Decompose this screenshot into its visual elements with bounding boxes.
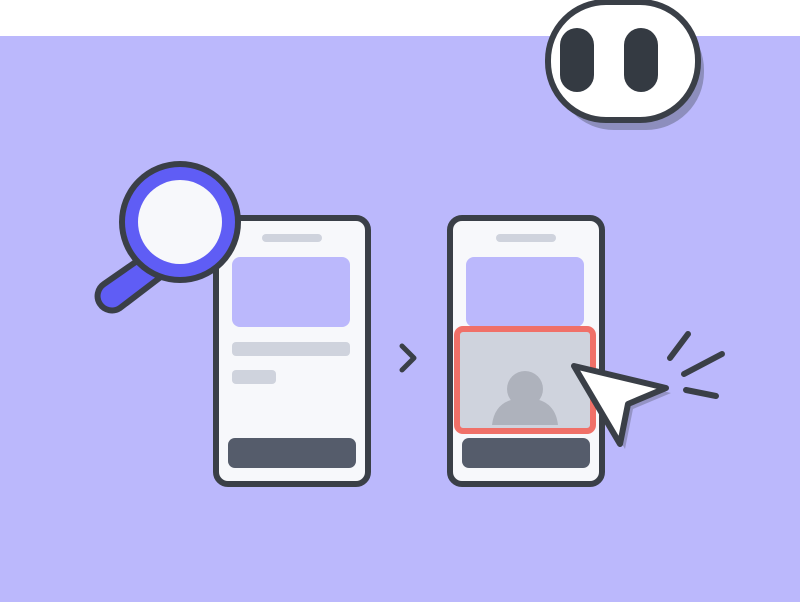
phone-right-primary-button <box>462 438 590 468</box>
phone-left-text-line-1 <box>232 342 350 356</box>
phone-right-notch <box>496 234 556 242</box>
left-pupil <box>560 28 594 92</box>
right-pupil <box>624 28 658 92</box>
illustration-stage <box>0 0 800 602</box>
phone-left-notch <box>262 234 322 242</box>
phone-left-text-line-2 <box>232 370 276 384</box>
phone-left <box>213 215 371 487</box>
click-spark-icon <box>667 331 725 399</box>
phone-left-hero-block <box>232 257 350 327</box>
highlighted-image-tile <box>454 326 596 434</box>
phone-left-primary-button <box>228 438 356 468</box>
chevron-right-icon <box>399 343 417 373</box>
googly-eyes-icon <box>545 0 704 130</box>
phone-right-hero-block <box>466 257 584 327</box>
scene-svg <box>94 0 725 487</box>
